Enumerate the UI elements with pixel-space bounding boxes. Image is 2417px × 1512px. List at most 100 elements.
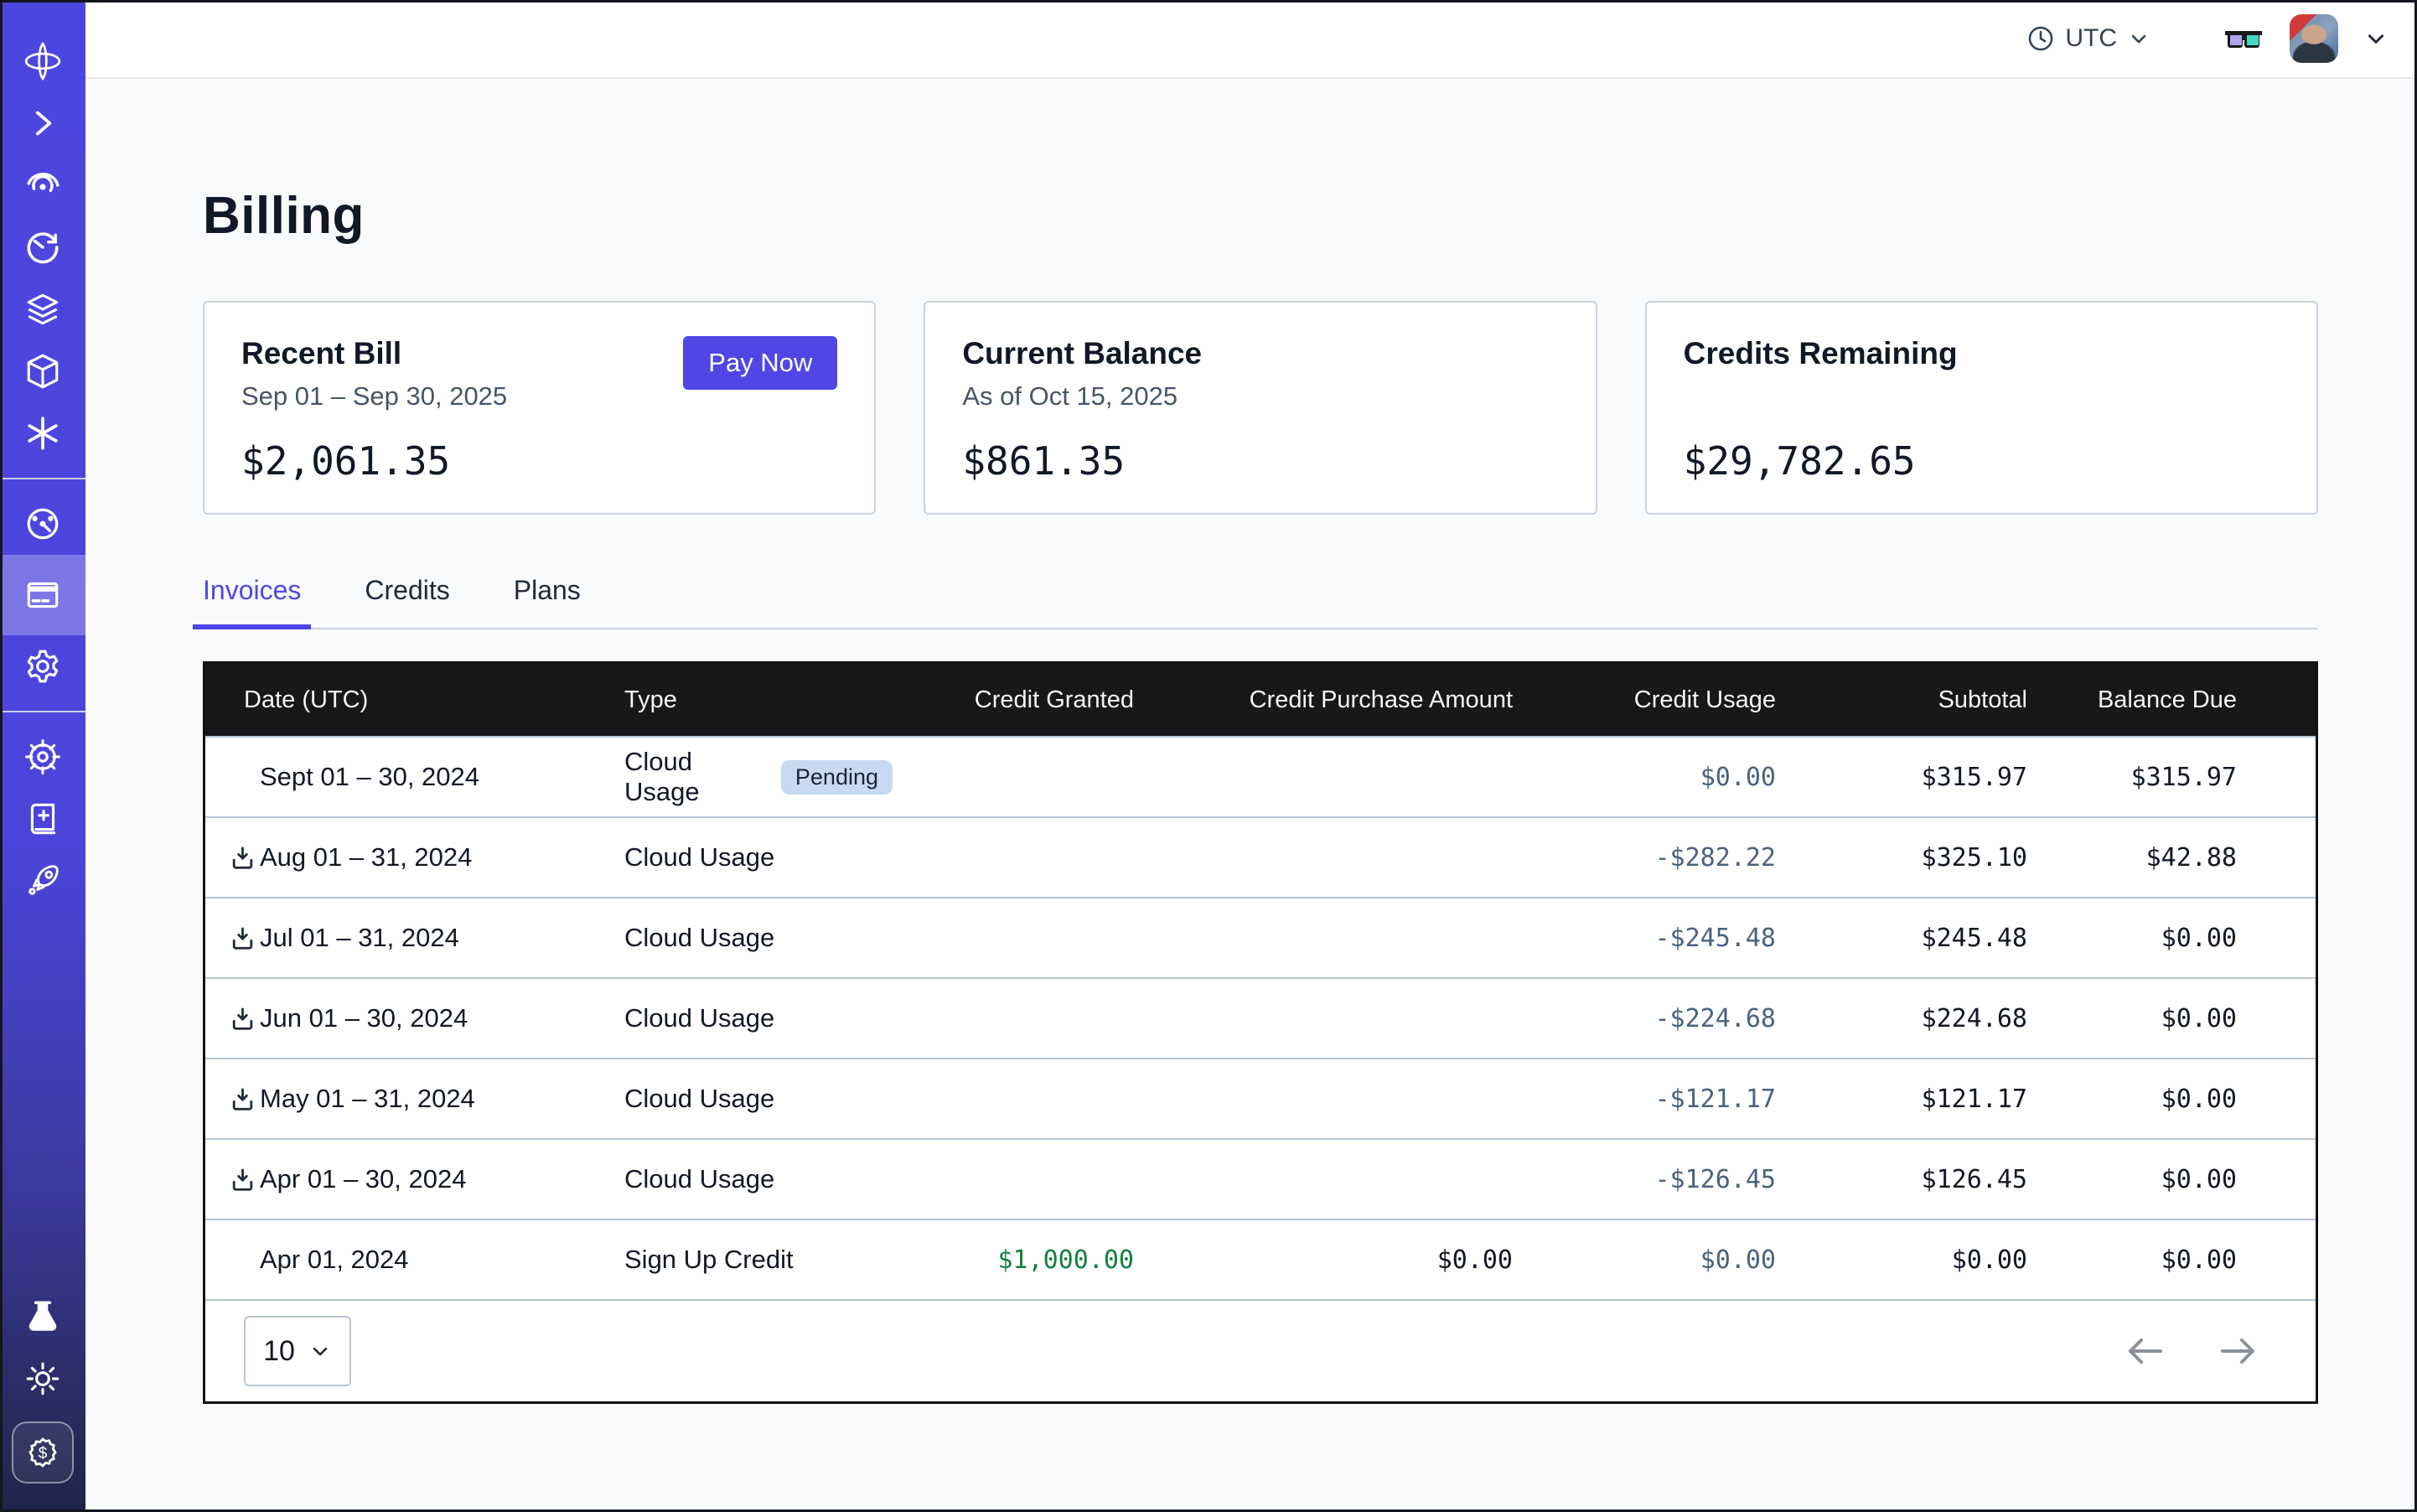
balance-due: $315.97: [2027, 763, 2316, 792]
flask-icon[interactable]: [0, 1286, 85, 1348]
summary-cards: Recent Bill Sep 01 – Sep 30, 2025 $2,061…: [203, 301, 2318, 515]
spiral-icon[interactable]: [0, 154, 85, 216]
invoice-date: Jul 01 – 31, 2024: [260, 923, 459, 953]
invoice-date: Sept 01 – 30, 2024: [260, 762, 479, 792]
pagination-arrows: [2126, 1336, 2257, 1366]
pay-now-button[interactable]: Pay Now: [683, 336, 837, 390]
download-invoice-button[interactable]: [229, 1082, 260, 1116]
balance-due: $0.00: [2027, 1085, 2316, 1114]
timezone-selector[interactable]: UTC: [2026, 24, 2150, 53]
status-badge: Pending: [781, 760, 893, 795]
invoice-type: Sign Up Credit: [624, 1245, 794, 1275]
download-invoice-button[interactable]: [229, 921, 260, 955]
recent-bill-card: Recent Bill Sep 01 – Sep 30, 2025 $2,061…: [203, 301, 876, 515]
current-balance-card: Current Balance As of Oct 15, 2025 $861.…: [924, 301, 1597, 515]
tab-plans[interactable]: Plans: [504, 575, 591, 629]
invoice-type: Cloud Usage: [624, 1164, 774, 1194]
clock-icon: [2026, 24, 2055, 53]
download-icon: [229, 1166, 256, 1194]
subtotal: $0.00: [1776, 1245, 2027, 1275]
settings-gear-icon[interactable]: [0, 635, 85, 697]
balance-due: $0.00: [2027, 1004, 2316, 1033]
download-icon: [229, 1085, 256, 1113]
invoice-type: Cloud Usage: [624, 1003, 774, 1033]
gauge-icon[interactable]: [0, 493, 85, 555]
dollar-glyph: $: [39, 1445, 48, 1463]
topbar: UTC: [85, 0, 2417, 79]
rocket-icon[interactable]: [0, 850, 85, 912]
credit-usage: -$282.22: [1513, 843, 1776, 873]
download-icon: [229, 924, 256, 952]
arrow-left-icon: [2126, 1336, 2165, 1366]
invoice-date: Apr 01 – 30, 2024: [260, 1164, 466, 1194]
invoice-date: May 01 – 31, 2024: [260, 1084, 475, 1114]
subtotal: $224.68: [1776, 1004, 2027, 1033]
download-invoice-button[interactable]: [229, 1002, 260, 1035]
timer-icon[interactable]: [0, 216, 85, 278]
invoices-table: Date (UTC) Type Credit Granted Credit Pu…: [203, 661, 2318, 1404]
col-credit-usage: Credit Usage: [1513, 686, 1776, 714]
credit-usage: $0.00: [1513, 1245, 1776, 1275]
col-date: Date (UTC): [205, 686, 624, 714]
3d-glasses-icon[interactable]: [2223, 24, 2264, 53]
invoice-type: Cloud Usage: [624, 747, 766, 807]
balance-due: $0.00: [2027, 1245, 2316, 1275]
table-header: Date (UTC) Type Credit Granted Credit Pu…: [205, 664, 2316, 736]
docs-book-sparkle-icon[interactable]: [0, 788, 85, 850]
asterisk-icon[interactable]: [0, 402, 85, 464]
col-balance-due: Balance Due: [2027, 686, 2316, 714]
sidebar: $: [0, 0, 85, 1512]
orbit-logo-icon[interactable]: [0, 30, 85, 92]
chevron-down-icon: [2127, 27, 2150, 50]
layers-icon[interactable]: [0, 278, 85, 340]
user-avatar[interactable]: [2290, 14, 2338, 63]
tab-credits[interactable]: Credits: [355, 575, 459, 629]
table-row: Apr 01, 2024 Sign Up Credit $1,000.00 $0…: [205, 1219, 2316, 1299]
theme-sun-icon[interactable]: [0, 1348, 85, 1410]
billing-tabs: Invoices Credits Plans: [203, 575, 2318, 629]
balance-due: $0.00: [2027, 924, 2316, 953]
card-title: Credits Remaining: [1684, 336, 2280, 371]
credits-remaining-amount: $29,782.65: [1684, 438, 2280, 484]
current-balance-amount: $861.35: [962, 438, 1558, 484]
cube-icon[interactable]: [0, 340, 85, 402]
table-row: Jun 01 – 30, 2024 Cloud Usage -$224.68 $…: [205, 977, 2316, 1058]
col-type: Type: [624, 686, 893, 714]
credit-usage: -$224.68: [1513, 1004, 1776, 1033]
subtotal: $121.17: [1776, 1085, 2027, 1114]
credits-dollar-badge-button[interactable]: $: [12, 1421, 74, 1484]
credits-remaining-card: Credits Remaining $29,782.65: [1645, 301, 2318, 515]
subtotal: $245.48: [1776, 924, 2027, 953]
page-size-value: 10: [263, 1335, 295, 1368]
download-invoice-button[interactable]: [229, 841, 260, 874]
download-icon: [229, 1005, 256, 1033]
card-subtitle: As of Oct 15, 2025: [962, 381, 1558, 413]
content: Billing Recent Bill Sep 01 – Sep 30, 202…: [85, 79, 2417, 1404]
arrow-right-icon: [2218, 1336, 2257, 1366]
user-menu-chevron-down-icon[interactable]: [2363, 26, 2389, 51]
timezone-label: UTC: [2065, 24, 2117, 53]
col-credit-purchase: Credit Purchase Amount: [1134, 686, 1513, 714]
subtotal: $325.10: [1776, 843, 2027, 873]
invoice-type: Cloud Usage: [624, 923, 774, 953]
next-page-button[interactable]: [2218, 1336, 2257, 1366]
invoice-date: Apr 01, 2024: [260, 1245, 409, 1275]
table-row: Sept 01 – 30, 2024 Cloud Usage Pending $0…: [205, 736, 2316, 816]
invoice-type: Cloud Usage: [624, 842, 774, 873]
helm-wheel-icon[interactable]: [0, 726, 85, 788]
previous-page-button[interactable]: [2126, 1336, 2165, 1366]
tab-invoices[interactable]: Invoices: [193, 575, 311, 629]
subtotal: $126.45: [1776, 1165, 2027, 1194]
credit-usage: -$126.45: [1513, 1165, 1776, 1194]
sidebar-divider: [0, 711, 85, 712]
col-credit-granted: Credit Granted: [893, 686, 1134, 714]
billing-credit-card-icon[interactable]: [0, 555, 85, 635]
main-area: UTC Billing Recent Bill Sep 01 –: [85, 0, 2417, 1512]
credit-purchase: $0.00: [1134, 1245, 1513, 1275]
card-subtitle: [1684, 381, 2280, 413]
download-invoice-button[interactable]: [229, 1162, 260, 1196]
page-size-select[interactable]: 10: [244, 1316, 351, 1386]
table-row: Jul 01 – 31, 2024 Cloud Usage -$245.48 $…: [205, 897, 2316, 977]
credit-usage: $0.00: [1513, 763, 1776, 792]
expand-sidebar-chevron-right-icon[interactable]: [0, 92, 85, 154]
